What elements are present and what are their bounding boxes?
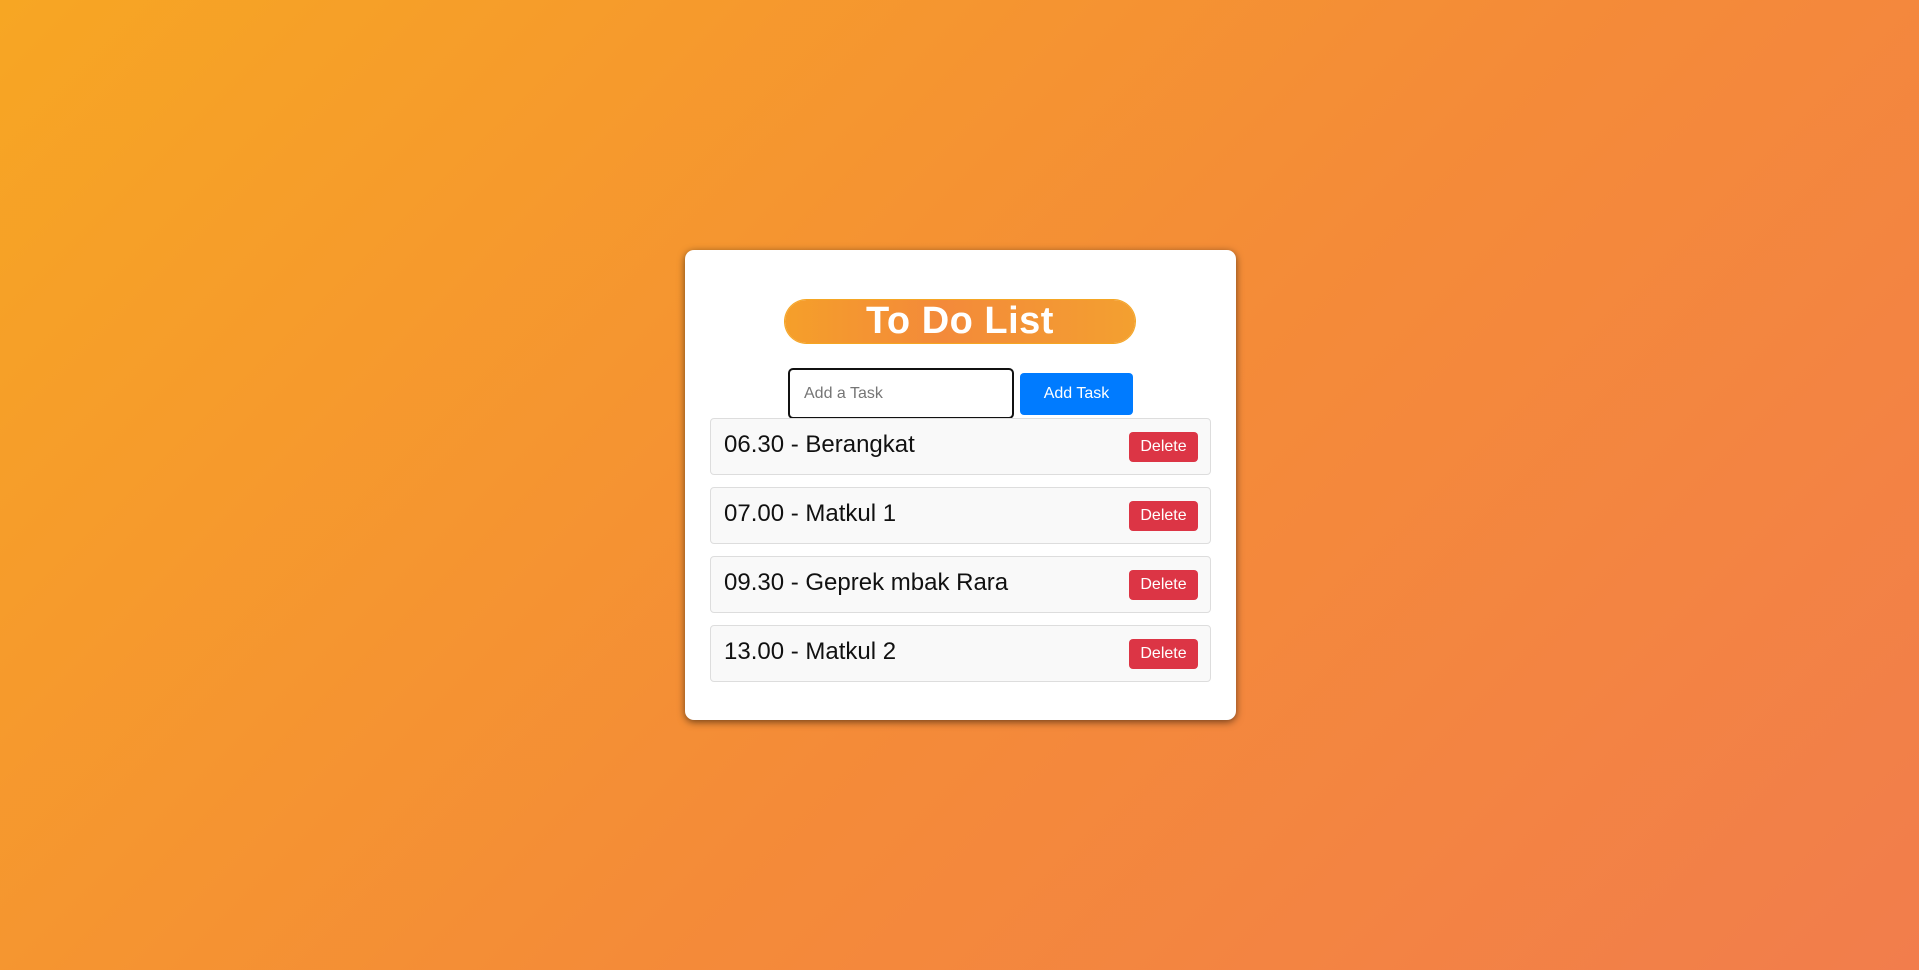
app-title: To Do List [866, 300, 1054, 342]
task-text: 06.30 - Berangkat [724, 430, 915, 458]
task-list: 06.30 - Berangkat Delete 07.00 - Matkul … [710, 418, 1211, 694]
delete-button[interactable]: Delete [1129, 638, 1198, 669]
task-item: 13.00 - Matkul 2 Delete [710, 625, 1211, 682]
task-input[interactable] [788, 368, 1014, 419]
title-banner: To Do List [785, 300, 1135, 343]
todo-card: To Do List Add Task 06.30 - Berangkat De… [685, 250, 1236, 720]
task-item: 06.30 - Berangkat Delete [710, 418, 1211, 475]
delete-button[interactable]: Delete [1129, 569, 1198, 600]
delete-button[interactable]: Delete [1129, 431, 1198, 462]
task-text: 07.00 - Matkul 1 [724, 499, 897, 527]
task-text: 13.00 - Matkul 2 [724, 637, 897, 665]
task-text: 09.30 - Geprek mbak Rara [724, 568, 1009, 596]
delete-button[interactable]: Delete [1129, 500, 1198, 531]
task-item: 09.30 - Geprek mbak Rara Delete [710, 556, 1211, 613]
task-item: 07.00 - Matkul 1 Delete [710, 487, 1211, 544]
add-task-button[interactable]: Add Task [1020, 373, 1133, 415]
